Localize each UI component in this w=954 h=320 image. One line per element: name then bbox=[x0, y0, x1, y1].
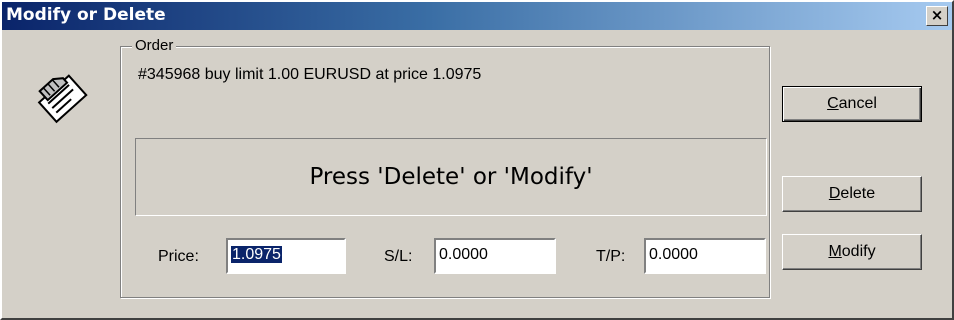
tp-input[interactable]: 0.0000 bbox=[644, 238, 766, 274]
price-input-value: 1.0975 bbox=[231, 246, 282, 263]
window-title: Modify or Delete bbox=[6, 5, 166, 25]
delete-accel-key: D bbox=[828, 185, 841, 202]
message-panel: Press 'Delete' or 'Modify' bbox=[135, 138, 767, 216]
modify-label-rest: odify bbox=[841, 243, 876, 260]
close-button[interactable]: × bbox=[926, 6, 948, 26]
cancel-label-rest: ancel bbox=[838, 95, 877, 112]
message-text: Press 'Delete' or 'Modify' bbox=[309, 164, 593, 190]
order-info-text: #345968 buy limit 1.00 EURUSD at price 1… bbox=[138, 66, 482, 83]
cancel-accel-key: C bbox=[827, 95, 839, 112]
delete-button[interactable]: Delete bbox=[782, 176, 922, 212]
order-group-label: Order bbox=[132, 37, 177, 54]
tp-input-value: 0.0000 bbox=[649, 246, 698, 263]
delete-label-rest: elete bbox=[840, 185, 876, 202]
sl-label: S/L: bbox=[384, 248, 413, 265]
modify-button[interactable]: Modify bbox=[782, 234, 922, 270]
title-bar[interactable]: Modify or Delete × bbox=[2, 2, 952, 30]
close-icon: × bbox=[930, 6, 944, 24]
hand-pointing-document-icon bbox=[37, 74, 88, 124]
modify-or-delete-dialog: Modify or Delete × Order #345968 buy lim… bbox=[0, 0, 954, 320]
sl-input[interactable]: 0.0000 bbox=[434, 238, 556, 274]
price-input[interactable]: 1.0975 bbox=[226, 238, 346, 274]
modify-accel-key: M bbox=[828, 243, 842, 260]
tp-label: T/P: bbox=[596, 248, 626, 265]
sl-input-value: 0.0000 bbox=[439, 246, 488, 263]
cancel-button[interactable]: Cancel bbox=[782, 86, 922, 122]
price-label: Price: bbox=[158, 248, 199, 265]
